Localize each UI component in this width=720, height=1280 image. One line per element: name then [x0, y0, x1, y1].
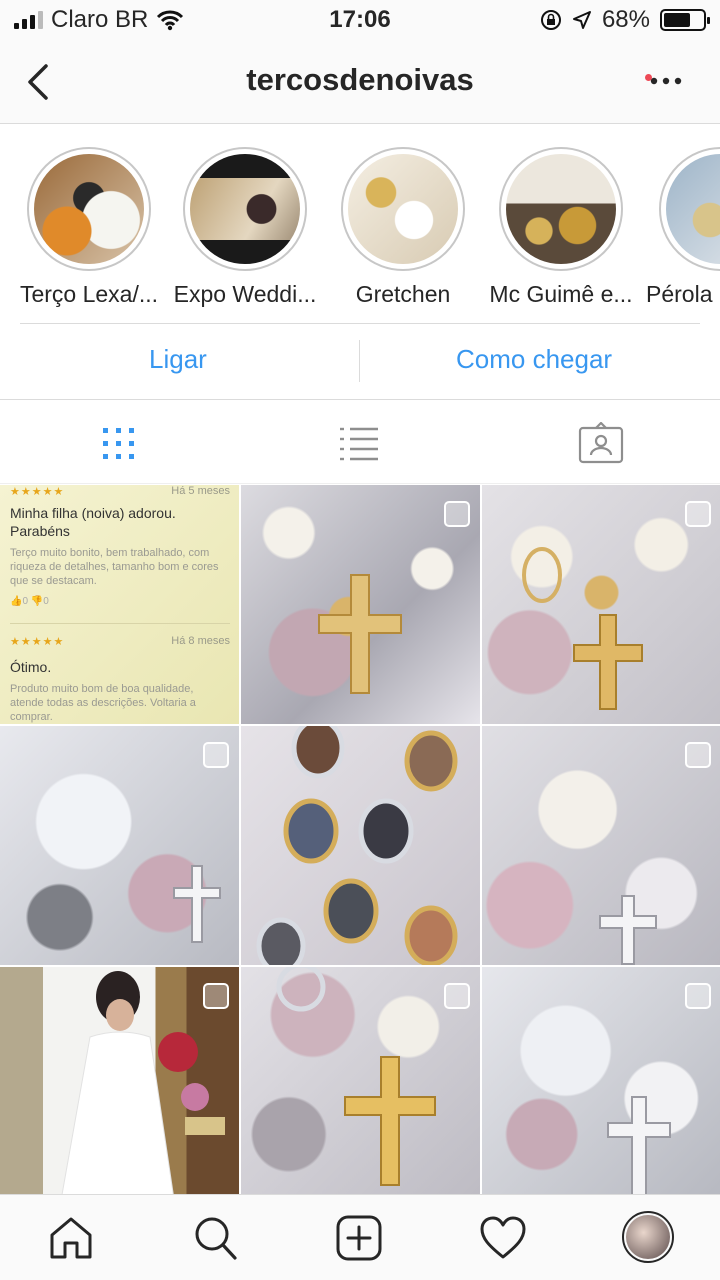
highlight-cover-ring	[27, 147, 151, 271]
review-votes: 👍0 👎0	[10, 596, 49, 607]
highlight-label: Expo Weddi...	[173, 281, 317, 307]
location-icon	[572, 11, 591, 29]
more-options-icon[interactable]	[646, 66, 686, 96]
profile-avatar[interactable]	[622, 1211, 674, 1263]
tagged-person-icon[interactable]	[576, 422, 626, 466]
story-highlights: Terço Lexa/... Expo Weddi... Gretchen Mc…	[0, 125, 720, 323]
grid-post-image[interactable]	[0, 726, 239, 965]
multi-select-icon	[685, 501, 711, 527]
review-date: Há 5 meses	[171, 485, 230, 497]
grid-post-image[interactable]	[0, 967, 239, 1206]
heart-icon[interactable]	[478, 1213, 528, 1263]
avatar-image	[626, 1215, 670, 1259]
highlight-cover-ring	[341, 147, 465, 271]
page-title: tercosdenoivas	[246, 62, 474, 97]
highlight-label: Terço Lexa/...	[19, 281, 159, 307]
call-button[interactable]: Ligar	[149, 344, 207, 375]
highlight-item[interactable]: Gretchen	[328, 147, 478, 308]
search-icon[interactable]	[190, 1213, 240, 1263]
review-item: ★★★★★ Há 8 meses Ótimo. Produto muito bom…	[10, 635, 230, 724]
grid-post-image[interactable]	[241, 967, 480, 1206]
profile-header: tercosdenoivas	[0, 40, 720, 124]
highlight-cover-image	[506, 154, 616, 264]
contact-actions: Ligar Como chegar	[0, 324, 720, 400]
review-title: Minha filha (noiva) adorou. Parabéns	[10, 505, 176, 539]
home-icon[interactable]	[46, 1213, 96, 1263]
grid-icon[interactable]	[94, 422, 144, 466]
profile-view-tabs	[0, 400, 720, 484]
review-stars: ★★★★★	[10, 636, 65, 648]
status-right: 68%	[540, 6, 710, 34]
highlight-item[interactable]: Expo Weddi...	[170, 147, 320, 308]
multi-select-icon	[444, 983, 470, 1009]
photo-pendants-image	[256, 726, 458, 965]
grid-post-reviews[interactable]: ★★★★★ Há 5 meses Minha filha (noiva) ador…	[0, 485, 239, 724]
highlight-label: Pérola	[646, 281, 713, 307]
highlight-item[interactable]: Terço Lexa/...	[14, 147, 164, 308]
highlight-label: Mc Guimê e...	[489, 281, 633, 307]
multi-select-icon	[685, 742, 711, 768]
multi-select-icon	[685, 983, 711, 1009]
highlight-cover-ring	[183, 147, 307, 271]
highlight-cover-ring	[499, 147, 623, 271]
highlight-cover-image	[348, 154, 458, 264]
add-post-icon[interactable]	[334, 1213, 384, 1263]
bottom-nav	[0, 1194, 720, 1280]
highlight-cover-image	[190, 154, 300, 264]
multi-select-icon	[203, 983, 229, 1009]
highlight-item[interactable]: Mc Guimê e...	[486, 147, 636, 308]
status-bar: Claro BR 17:06 68%	[0, 0, 720, 40]
review-stars: ★★★★★	[10, 486, 65, 498]
highlight-item[interactable]: Pérola	[646, 147, 720, 308]
rotation-lock-icon	[540, 10, 561, 30]
posts-grid: ★★★★★ Há 5 meses Minha filha (noiva) ador…	[0, 485, 720, 1206]
list-icon[interactable]	[334, 422, 384, 466]
battery-icon	[660, 9, 710, 31]
review-body: Produto muito bom de boa qualidade, aten…	[10, 683, 196, 723]
directions-button[interactable]: Como chegar	[456, 344, 612, 375]
review-item: ★★★★★ Há 5 meses Minha filha (noiva) ador…	[10, 485, 230, 607]
review-date: Há 8 meses	[171, 635, 230, 647]
highlight-cover-image	[666, 154, 720, 264]
grid-post-image[interactable]	[482, 485, 720, 724]
grid-post-image[interactable]	[241, 726, 480, 965]
notification-dot	[645, 74, 652, 81]
highlight-label: Gretchen	[355, 281, 451, 307]
battery-percent: 68%	[601, 6, 650, 33]
grid-post-image[interactable]	[482, 726, 720, 965]
action-divider	[359, 340, 360, 382]
multi-select-icon	[203, 742, 229, 768]
review-divider	[10, 623, 230, 624]
highlight-cover-image	[34, 154, 144, 264]
highlight-cover-ring	[659, 147, 720, 271]
grid-post-image[interactable]	[241, 485, 480, 724]
review-body: Terço muito bonito, bem trabalhado, com …	[10, 547, 219, 587]
multi-select-icon	[444, 501, 470, 527]
grid-post-image[interactable]	[482, 967, 720, 1206]
review-title: Ótimo.	[10, 659, 52, 675]
